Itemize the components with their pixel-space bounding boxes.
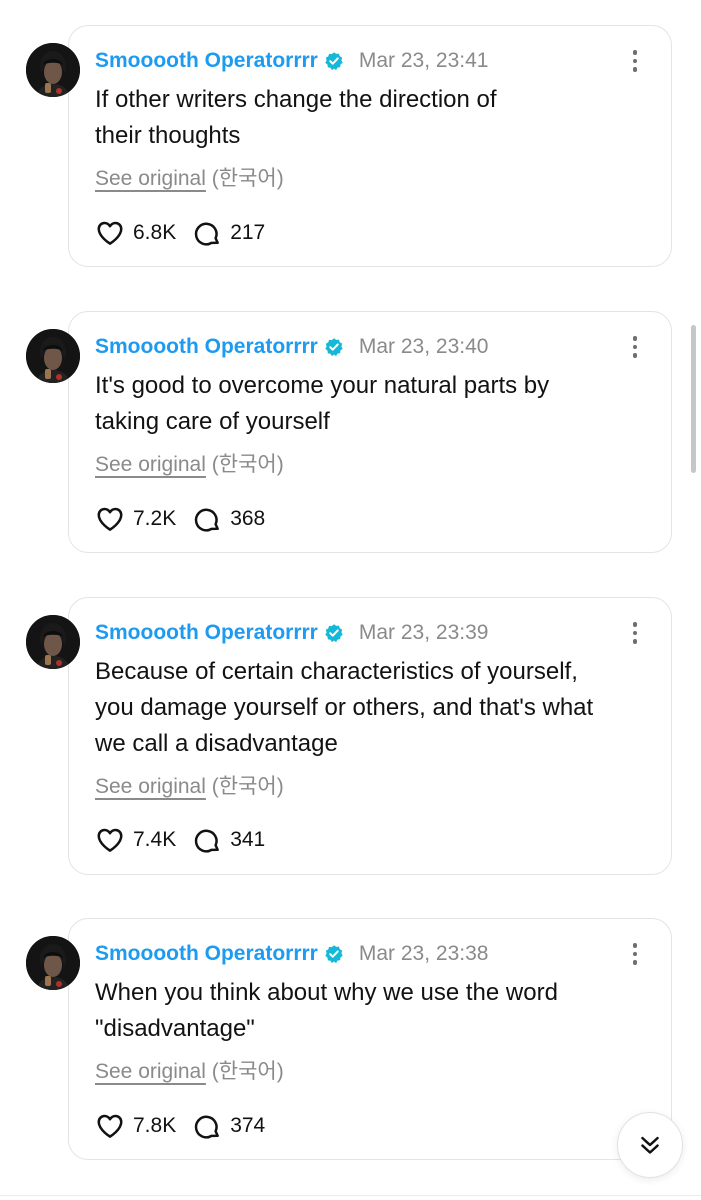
post-timestamp: Mar 23, 23:38 <box>358 942 489 965</box>
translation-note: See original (한국어) <box>95 162 284 192</box>
post-text-line: their thoughts <box>95 122 241 149</box>
post-actions: 7.8K 374 <box>95 1111 281 1141</box>
more-vertical-icon[interactable] <box>629 939 641 969</box>
like-count: 7.8K <box>133 1114 177 1137</box>
see-original-link[interactable]: See original <box>95 1060 206 1083</box>
post-text: If other writers change the direction of… <box>95 82 655 154</box>
heart-icon <box>95 825 125 855</box>
speech-bubble-icon <box>192 825 222 855</box>
post-body[interactable]: Smooooth Operatorrrr Mar 23, 23:41 If ot… <box>68 25 672 267</box>
original-language: (한국어) <box>211 1060 284 1083</box>
post-body[interactable]: Smooooth Operatorrrr Mar 23, 23:38 When … <box>68 918 672 1160</box>
post-timestamp: Mar 23, 23:40 <box>358 335 489 358</box>
like-count: 7.4K <box>133 828 177 851</box>
post-text: When you think about why we use the word… <box>95 975 655 1047</box>
post-text-line: you damage yourself or others, and that'… <box>95 694 594 721</box>
heart-icon <box>95 218 125 248</box>
post-timestamp: Mar 23, 23:39 <box>358 621 489 644</box>
translation-note: See original (한국어) <box>95 448 284 478</box>
translation-note: See original (한국어) <box>95 770 284 800</box>
scrollbar[interactable] <box>691 325 696 473</box>
scroll-down-button[interactable] <box>617 1112 683 1178</box>
like-button[interactable]: 7.2K <box>95 504 176 534</box>
post-text-line: "disadvantage" <box>95 1015 255 1042</box>
post-text-line: Because of certain characteristics of yo… <box>95 658 578 685</box>
post-card: Smooooth Operatorrrr Mar 23, 23:39 Becau… <box>0 597 701 877</box>
verified-badge-icon <box>324 51 344 71</box>
original-language: (한국어) <box>211 167 284 190</box>
post-text-line: It's good to overcome your natural parts… <box>95 372 550 399</box>
reply-button[interactable]: 374 <box>192 1111 265 1141</box>
more-vertical-icon[interactable] <box>629 46 641 76</box>
double-chevron-down-icon <box>635 1130 665 1160</box>
avatar[interactable] <box>26 936 80 990</box>
see-original-link[interactable]: See original <box>95 453 206 476</box>
heart-icon <box>95 504 125 534</box>
like-button[interactable]: 7.4K <box>95 825 176 855</box>
translation-note: See original (한국어) <box>95 1055 284 1085</box>
post-feed: Smooooth Operatorrrr Mar 23, 23:41 If ot… <box>0 0 701 1200</box>
post-text: It's good to overcome your natural parts… <box>95 368 655 440</box>
original-language: (한국어) <box>211 775 284 798</box>
author-name[interactable]: Smooooth Operatorrrr <box>95 49 318 73</box>
avatar[interactable] <box>26 43 80 97</box>
reply-count: 368 <box>230 507 266 530</box>
speech-bubble-icon <box>192 218 222 248</box>
post-card: Smooooth Operatorrrr Mar 23, 23:41 If ot… <box>0 25 701 270</box>
original-language: (한국어) <box>211 453 284 476</box>
post-header: Smooooth Operatorrrr Mar 23, 23:40 <box>95 333 488 361</box>
post-body[interactable]: Smooooth Operatorrrr Mar 23, 23:39 Becau… <box>68 597 672 875</box>
post-header: Smooooth Operatorrrr Mar 23, 23:38 <box>95 940 488 968</box>
reply-count: 374 <box>230 1114 266 1137</box>
reply-button[interactable]: 217 <box>192 218 265 248</box>
like-button[interactable]: 7.8K <box>95 1111 176 1141</box>
post-text-line: taking care of yourself <box>95 408 330 435</box>
post-actions: 7.2K 368 <box>95 504 281 534</box>
post-timestamp: Mar 23, 23:41 <box>358 49 489 72</box>
reply-count: 341 <box>230 828 266 851</box>
heart-icon <box>95 1111 125 1141</box>
post-actions: 7.4K 341 <box>95 825 281 855</box>
speech-bubble-icon <box>192 1111 222 1141</box>
reply-count: 217 <box>230 221 266 244</box>
avatar[interactable] <box>26 615 80 669</box>
verified-badge-icon <box>324 944 344 964</box>
post-text-line: we call a disadvantage <box>95 730 338 757</box>
reply-button[interactable]: 341 <box>192 825 265 855</box>
like-count: 6.8K <box>133 221 177 244</box>
reply-button[interactable]: 368 <box>192 504 265 534</box>
post-text: Because of certain characteristics of yo… <box>95 654 655 762</box>
see-original-link[interactable]: See original <box>95 775 206 798</box>
see-original-link[interactable]: See original <box>95 167 206 190</box>
post-header: Smooooth Operatorrrr Mar 23, 23:39 <box>95 619 488 647</box>
divider <box>0 1195 701 1196</box>
verified-badge-icon <box>324 337 344 357</box>
post-card: Smooooth Operatorrrr Mar 23, 23:40 It's … <box>0 311 701 556</box>
author-name[interactable]: Smooooth Operatorrrr <box>95 335 318 359</box>
post-card: Smooooth Operatorrrr Mar 23, 23:38 When … <box>0 918 701 1163</box>
like-button[interactable]: 6.8K <box>95 218 176 248</box>
post-text-line: When you think about why we use the word <box>95 979 558 1006</box>
post-body[interactable]: Smooooth Operatorrrr Mar 23, 23:40 It's … <box>68 311 672 553</box>
post-text-line: If other writers change the direction of <box>95 86 497 113</box>
post-header: Smooooth Operatorrrr Mar 23, 23:41 <box>95 47 488 75</box>
speech-bubble-icon <box>192 504 222 534</box>
like-count: 7.2K <box>133 507 177 530</box>
more-vertical-icon[interactable] <box>629 618 641 648</box>
author-name[interactable]: Smooooth Operatorrrr <box>95 942 318 966</box>
verified-badge-icon <box>324 623 344 643</box>
author-name[interactable]: Smooooth Operatorrrr <box>95 621 318 645</box>
post-actions: 6.8K 217 <box>95 218 281 248</box>
avatar[interactable] <box>26 329 80 383</box>
more-vertical-icon[interactable] <box>629 332 641 362</box>
